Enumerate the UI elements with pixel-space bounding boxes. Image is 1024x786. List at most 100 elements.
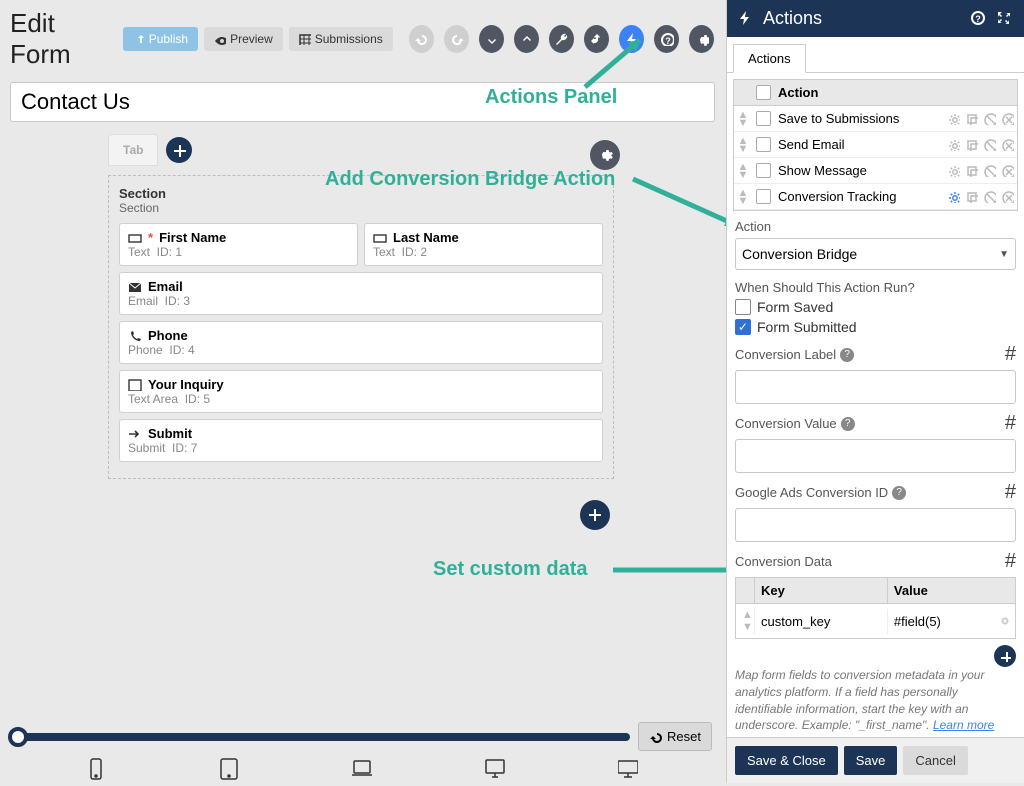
tools-button[interactable] bbox=[549, 25, 574, 53]
desktop-icon[interactable] bbox=[485, 758, 505, 780]
field-email[interactable]: Email Email ID: 3 bbox=[119, 272, 603, 315]
page-title: Edit Form bbox=[10, 8, 111, 70]
section-settings-button[interactable] bbox=[590, 140, 620, 170]
export-icon bbox=[519, 32, 533, 46]
cancel-button[interactable]: Cancel bbox=[903, 746, 967, 775]
field-meta: Phone ID: 4 bbox=[128, 343, 594, 357]
width-slider[interactable]: Reset bbox=[12, 722, 712, 751]
row-disable-icon[interactable] bbox=[981, 111, 997, 127]
save-close-button[interactable]: Save & Close bbox=[735, 746, 838, 775]
tab-actions[interactable]: Actions bbox=[733, 44, 806, 73]
value-cell[interactable]: #field(5) bbox=[888, 609, 995, 634]
import-button[interactable] bbox=[479, 25, 504, 53]
row-gear-icon[interactable] bbox=[945, 189, 961, 205]
submit-icon bbox=[128, 428, 142, 440]
row-gear-icon[interactable] bbox=[945, 163, 961, 179]
form-submitted-checkbox[interactable] bbox=[735, 319, 751, 335]
laptop-icon[interactable] bbox=[352, 758, 372, 780]
key-header: Key bbox=[754, 578, 888, 603]
field-submit[interactable]: Submit Submit ID: 7 bbox=[119, 419, 603, 462]
row-copy-icon[interactable] bbox=[963, 111, 979, 127]
preview-button[interactable]: Preview bbox=[204, 27, 283, 51]
tablet-portrait-icon[interactable] bbox=[219, 758, 239, 780]
action-row[interactable]: ▲▼ Send Email bbox=[734, 132, 1017, 158]
action-select-label: Action bbox=[735, 219, 1016, 234]
help-button[interactable] bbox=[654, 25, 679, 53]
hash-icon[interactable]: # bbox=[1005, 412, 1016, 435]
drag-handle[interactable]: ▲▼ bbox=[736, 604, 754, 638]
hash-icon[interactable]: # bbox=[1005, 481, 1016, 504]
help-icon[interactable]: ? bbox=[841, 417, 855, 431]
save-button[interactable]: Save bbox=[844, 746, 898, 775]
drag-handle[interactable]: ▲▼ bbox=[734, 161, 752, 181]
plus-icon bbox=[172, 143, 186, 157]
hash-icon[interactable]: # bbox=[1005, 343, 1016, 366]
field-meta: Email ID: 3 bbox=[128, 294, 594, 308]
conversion-value-input[interactable] bbox=[735, 439, 1016, 473]
gads-id-input[interactable] bbox=[735, 508, 1016, 542]
field-first-name[interactable]: *First Name Text ID: 1 bbox=[119, 223, 358, 266]
action-row[interactable]: ▲▼ Show Message bbox=[734, 158, 1017, 184]
help-icon[interactable]: ? bbox=[840, 348, 854, 362]
add-section-button[interactable] bbox=[580, 500, 610, 530]
row-delete-icon[interactable] bbox=[999, 189, 1015, 205]
row-disable-icon[interactable] bbox=[981, 137, 997, 153]
desktop-wide-icon[interactable] bbox=[618, 758, 638, 780]
submissions-button[interactable]: Submissions bbox=[289, 27, 393, 51]
actions-panel: Actions Actions Action ▲▼ Save to Submis… bbox=[726, 0, 1024, 783]
action-column-header: Action bbox=[774, 80, 1017, 105]
row-copy-icon[interactable] bbox=[963, 163, 979, 179]
drag-handle[interactable]: ▲▼ bbox=[734, 109, 752, 129]
row-gear-icon[interactable] bbox=[945, 137, 961, 153]
drag-handle[interactable]: ▲▼ bbox=[734, 187, 752, 207]
publish-button[interactable]: Publish bbox=[123, 27, 198, 51]
help-icon[interactable]: ? bbox=[892, 486, 906, 500]
add-tab-button[interactable] bbox=[166, 137, 192, 163]
tab-row: Tab bbox=[108, 134, 724, 166]
field-phone[interactable]: Phone Phone ID: 4 bbox=[119, 321, 603, 364]
row-copy-icon[interactable] bbox=[963, 189, 979, 205]
row-checkbox[interactable] bbox=[756, 111, 771, 126]
row-copy-icon[interactable] bbox=[963, 137, 979, 153]
redo-button[interactable] bbox=[444, 25, 469, 53]
expand-icon[interactable] bbox=[996, 10, 1014, 28]
row-disable-icon[interactable] bbox=[981, 163, 997, 179]
slider-track[interactable] bbox=[12, 733, 630, 741]
caret-down-icon: ▼ bbox=[999, 249, 1009, 260]
row-delete-icon[interactable] bbox=[999, 163, 1015, 179]
row-checkbox[interactable] bbox=[756, 189, 771, 204]
form-saved-checkbox[interactable] bbox=[735, 299, 751, 315]
reset-button[interactable]: Reset bbox=[638, 722, 712, 751]
delete-row-button[interactable] bbox=[995, 609, 1015, 633]
phone-portrait-icon[interactable] bbox=[86, 758, 106, 780]
row-delete-icon[interactable] bbox=[999, 137, 1015, 153]
action-row[interactable]: ▲▼ Save to Submissions bbox=[734, 106, 1017, 132]
row-delete-icon[interactable] bbox=[999, 111, 1015, 127]
hash-icon[interactable]: # bbox=[1005, 550, 1016, 573]
row-disable-icon[interactable] bbox=[981, 189, 997, 205]
action-select[interactable]: Conversion Bridge▼ bbox=[735, 238, 1016, 270]
section-box[interactable]: Section Section *First Name Text ID: 1 L… bbox=[108, 175, 614, 479]
undo-button[interactable] bbox=[409, 25, 434, 53]
settings-button[interactable] bbox=[689, 25, 714, 53]
add-data-row-button[interactable] bbox=[994, 645, 1016, 667]
reset-icon bbox=[649, 730, 663, 744]
action-row[interactable]: ▲▼ Conversion Tracking bbox=[734, 184, 1017, 210]
select-all-checkbox[interactable] bbox=[756, 85, 771, 100]
slider-thumb[interactable] bbox=[8, 727, 28, 747]
key-cell[interactable]: custom_key bbox=[754, 609, 888, 634]
drag-handle[interactable]: ▲▼ bbox=[734, 135, 752, 155]
field-inquiry[interactable]: Your Inquiry Text Area ID: 5 bbox=[119, 370, 603, 413]
tab-chip[interactable]: Tab bbox=[108, 134, 158, 166]
field-last-name[interactable]: Last Name Text ID: 2 bbox=[364, 223, 603, 266]
row-checkbox[interactable] bbox=[756, 163, 771, 178]
row-gear-icon[interactable] bbox=[945, 111, 961, 127]
field-meta: Text ID: 2 bbox=[373, 245, 594, 259]
row-checkbox[interactable] bbox=[756, 137, 771, 152]
help-icon[interactable] bbox=[970, 10, 988, 28]
panel-tabs: Actions bbox=[727, 37, 1024, 73]
annotation-custom-data: Set custom data bbox=[433, 558, 587, 581]
learn-more-link[interactable]: Learn more bbox=[933, 718, 994, 732]
conversion-label-input[interactable] bbox=[735, 370, 1016, 404]
export-button[interactable] bbox=[514, 25, 539, 53]
